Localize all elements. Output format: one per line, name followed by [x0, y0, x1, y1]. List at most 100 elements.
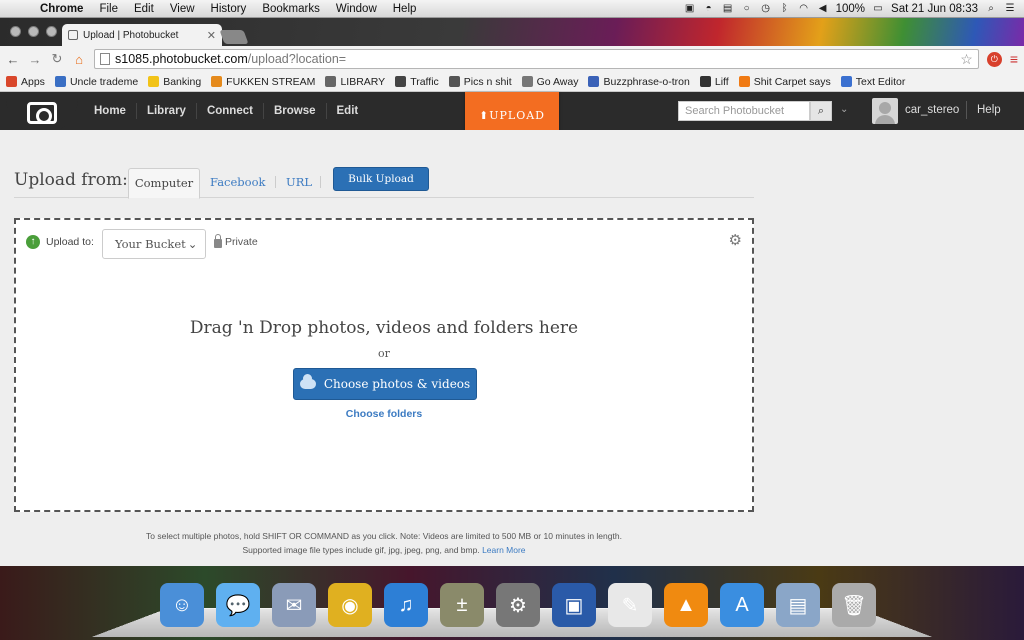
- calculator-icon[interactable]: ±: [440, 583, 484, 627]
- tab-computer[interactable]: Computer: [128, 168, 200, 199]
- choose-photos-label: Choose photos & videos: [323, 377, 471, 391]
- choose-folders-link[interactable]: Choose folders: [16, 408, 752, 420]
- bookmark-favicon-icon: [325, 76, 337, 87]
- bookmark-star-icon[interactable]: ☆: [960, 51, 973, 68]
- tab-facebook[interactable]: Facebook: [210, 175, 265, 189]
- url-host: s1085.photobucket.com: [115, 52, 248, 66]
- status-icon[interactable]: ◓: [703, 3, 715, 14]
- bookmark-label: Uncle trademe: [69, 75, 139, 88]
- search-button[interactable]: ⌕: [810, 101, 832, 121]
- menu-view[interactable]: View: [162, 3, 203, 15]
- bulk-upload-button[interactable]: Bulk Upload: [333, 167, 429, 191]
- menu-bookmarks[interactable]: Bookmarks: [254, 3, 328, 15]
- upload-help-note: To select multiple photos, hold SHIFT OR…: [0, 529, 768, 557]
- bookmark-item[interactable]: Traffic: [395, 76, 439, 88]
- browser-tab-active[interactable]: Upload | Photobucket ✕: [62, 24, 222, 46]
- bucket-select[interactable]: Your Bucket ⌄: [102, 229, 206, 259]
- forward-icon[interactable]: →: [28, 52, 42, 67]
- reload-icon[interactable]: ↻: [50, 51, 64, 67]
- bookmark-favicon-icon: [840, 76, 852, 87]
- bookmark-item[interactable]: Go Away: [521, 76, 578, 88]
- or-label: or: [378, 347, 390, 360]
- nav-edit[interactable]: Edit: [327, 103, 369, 119]
- zoom-window-button[interactable]: [46, 26, 57, 37]
- app-store-icon[interactable]: A: [720, 583, 764, 627]
- menu-history[interactable]: History: [203, 3, 255, 15]
- extension-icon[interactable]: ⏻: [986, 51, 1002, 67]
- battery-percent[interactable]: 100%: [836, 3, 865, 15]
- volume-icon[interactable]: ◀: [817, 3, 829, 14]
- battery-icon[interactable]: ▭: [872, 3, 884, 14]
- mail-icon[interactable]: ✉: [272, 583, 316, 627]
- bookmark-label: Apps: [21, 75, 45, 88]
- finder-icon[interactable]: ☺: [160, 583, 204, 627]
- upload-arrow-icon: ↑: [26, 235, 40, 249]
- close-window-button[interactable]: [10, 26, 21, 37]
- bookmark-item[interactable]: Pics n shit: [448, 76, 512, 88]
- bookmark-item[interactable]: Liff: [699, 76, 729, 88]
- trash-icon[interactable]: 🗑: [832, 583, 876, 627]
- nav-browse[interactable]: Browse: [264, 103, 327, 119]
- bookmark-item[interactable]: Uncle trademe: [54, 75, 139, 88]
- bookmark-favicon-icon: [588, 76, 600, 87]
- page-info-icon[interactable]: [100, 53, 110, 65]
- learn-more-link[interactable]: Learn More: [482, 545, 525, 555]
- window-controls: [10, 26, 57, 37]
- status-icon[interactable]: ▣: [684, 3, 696, 14]
- status-icon[interactable]: ▤: [722, 3, 734, 14]
- close-tab-icon[interactable]: ✕: [207, 29, 216, 42]
- virtualbox-icon[interactable]: ▣: [552, 583, 596, 627]
- drop-zone[interactable]: ↑ Upload to: Your Bucket ⌄ Private ⚙ Dra…: [14, 218, 754, 512]
- bookmark-item[interactable]: Shit Carpet says: [738, 76, 831, 88]
- upload-to-label: Upload to:: [46, 236, 94, 248]
- vlc-icon[interactable]: ▲: [664, 583, 708, 627]
- bookmark-item[interactable]: Apps: [6, 76, 45, 88]
- menu-file[interactable]: File: [91, 3, 126, 15]
- avatar[interactable]: [872, 98, 898, 124]
- minimize-window-button[interactable]: [28, 26, 39, 37]
- menu-edit[interactable]: Edit: [126, 3, 162, 15]
- photobucket-logo[interactable]: [6, 92, 78, 134]
- system-preferences-icon[interactable]: ⚙: [496, 583, 540, 627]
- address-bar[interactable]: s1085.photobucket.com/upload?location= ☆: [94, 49, 979, 69]
- downloads-folder-icon[interactable]: ▤: [776, 583, 820, 627]
- itunes-icon[interactable]: ♫: [384, 583, 428, 627]
- notification-center-icon[interactable]: ☰: [1004, 3, 1016, 14]
- bluetooth-icon[interactable]: ᛒ: [779, 3, 791, 14]
- nav-library[interactable]: Library: [137, 103, 197, 119]
- textedit-icon[interactable]: ✎: [608, 583, 652, 627]
- home-icon[interactable]: ⌂: [72, 52, 86, 67]
- privacy-toggle[interactable]: Private: [214, 234, 258, 248]
- bookmark-item[interactable]: Text Editor: [840, 76, 905, 88]
- bookmark-item[interactable]: LIBRARY: [325, 76, 385, 88]
- spotlight-icon[interactable]: ⌕: [985, 3, 997, 14]
- bookmark-item[interactable]: FUKKEN STREAM: [211, 76, 315, 88]
- nav-home[interactable]: Home: [84, 103, 137, 119]
- tab-url[interactable]: URL: [286, 175, 312, 189]
- upload-source-tabs: Upload from: Computer Facebook URL Bulk …: [14, 167, 754, 199]
- username-link[interactable]: car_stereo: [905, 104, 959, 116]
- search-options-chevron-icon[interactable]: ⌄: [840, 104, 848, 115]
- help-link[interactable]: Help: [977, 104, 1001, 116]
- menu-window[interactable]: Window: [328, 3, 385, 15]
- bookmark-favicon-icon: [521, 76, 533, 87]
- search-input[interactable]: Search Photobucket: [678, 101, 810, 121]
- wifi-icon[interactable]: ◠: [798, 3, 810, 14]
- gear-icon[interactable]: ⚙: [729, 231, 742, 249]
- bookmark-item[interactable]: Banking: [148, 76, 201, 88]
- chrome-menu-icon[interactable]: ≡: [1010, 51, 1018, 67]
- time-machine-icon[interactable]: ◷: [760, 3, 772, 14]
- browser-tab-strip: Upload | Photobucket ✕: [0, 18, 1024, 46]
- chat-icon[interactable]: ○: [741, 3, 753, 14]
- bookmark-favicon-icon: [395, 76, 407, 87]
- bookmark-item[interactable]: Buzzphrase-o-tron: [588, 76, 690, 88]
- new-tab-button[interactable]: [219, 30, 249, 44]
- menu-help[interactable]: Help: [385, 3, 425, 15]
- nav-connect[interactable]: Connect: [197, 103, 264, 119]
- back-icon[interactable]: ←: [6, 52, 20, 67]
- clock[interactable]: Sat 21 Jun 08:33: [891, 3, 978, 15]
- chrome-icon[interactable]: ◉: [328, 583, 372, 627]
- choose-photos-button[interactable]: Choose photos & videos: [293, 368, 477, 400]
- messages-icon[interactable]: 💬: [216, 583, 260, 627]
- menu-app-chrome[interactable]: Chrome: [32, 3, 91, 15]
